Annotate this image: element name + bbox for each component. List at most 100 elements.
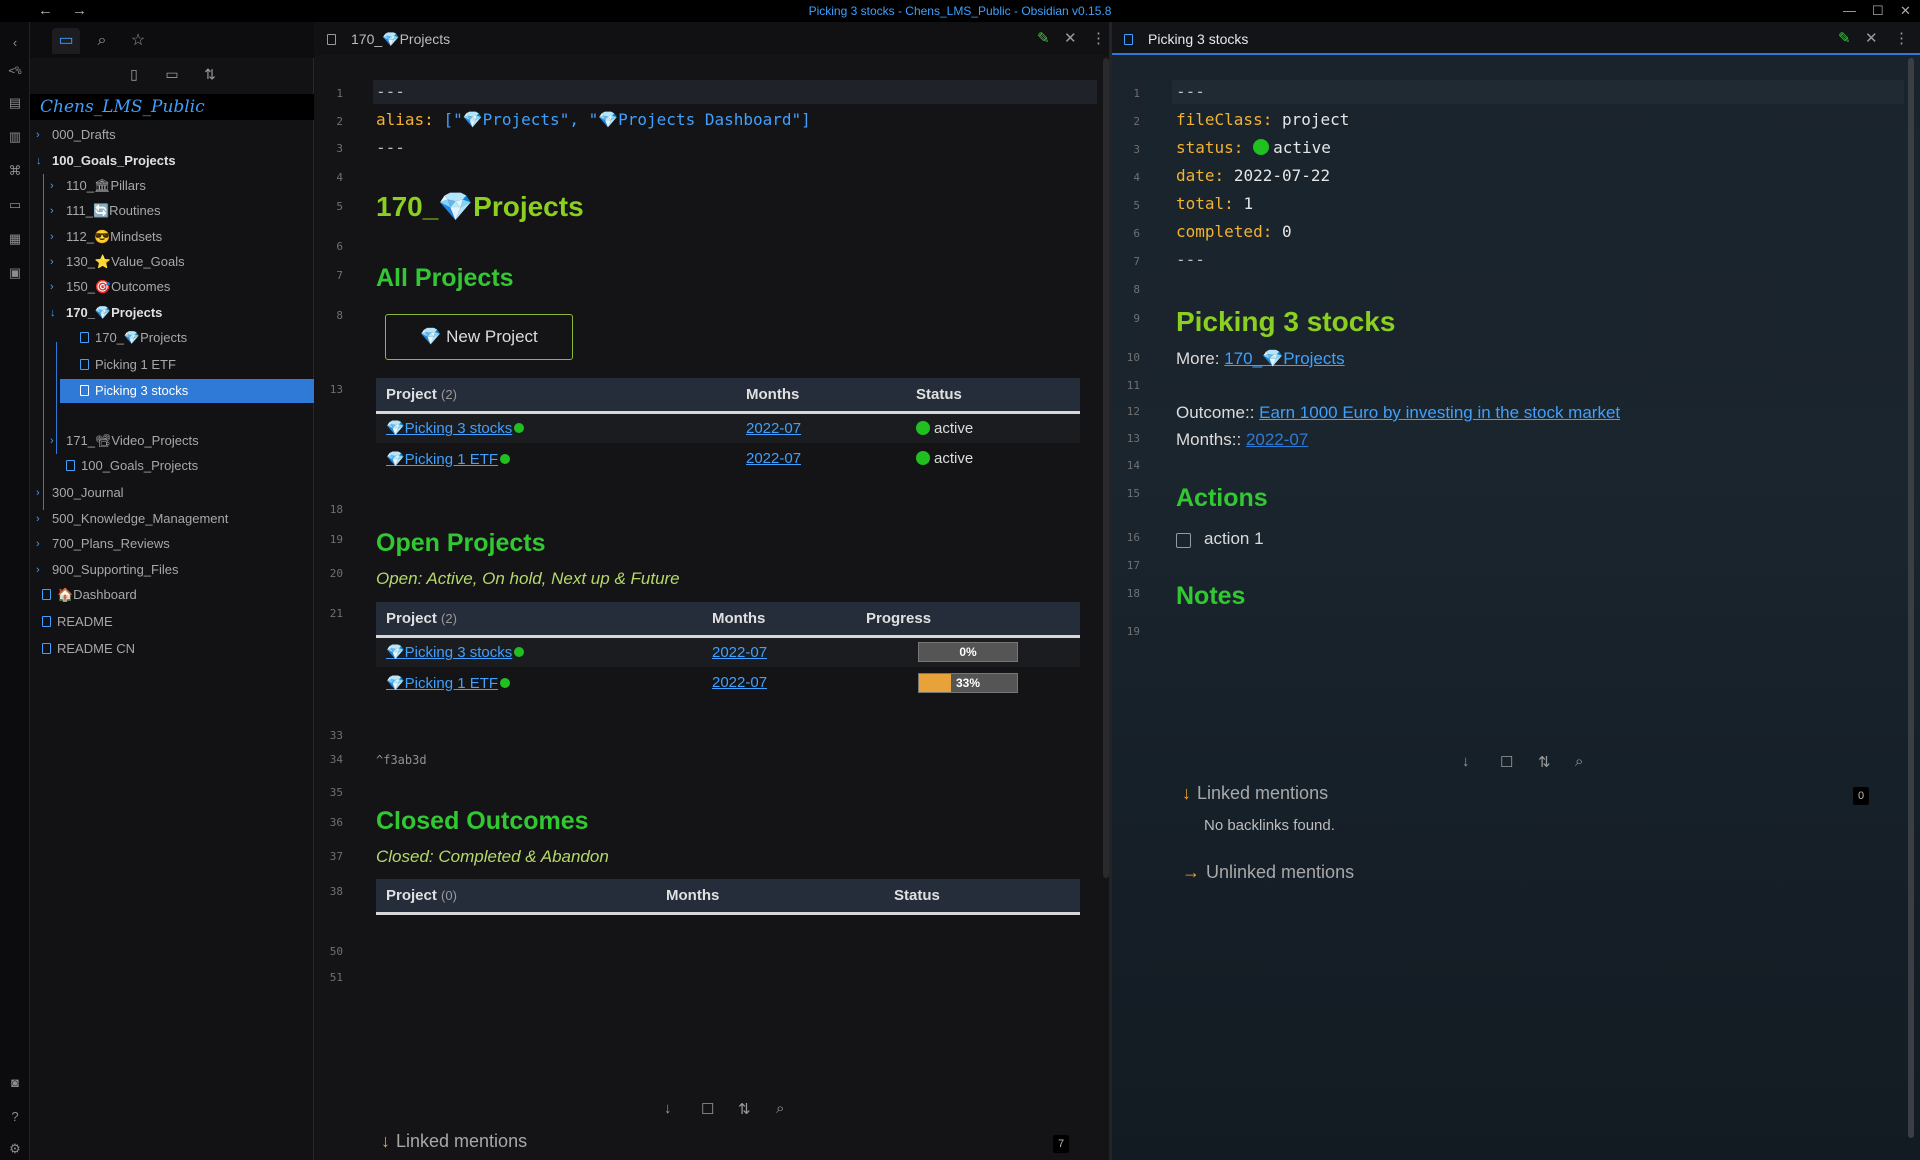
unlinked-mentions-header[interactable]: → Unlinked mentions	[1182, 862, 1354, 883]
frontmatter-fileclass[interactable]: fileClass: project	[1176, 110, 1349, 129]
column-header-progress[interactable]: Progress	[856, 602, 1080, 638]
folder-171-video-projects[interactable]: › 171_📽Video_Projects	[50, 429, 306, 453]
close-pane-icon[interactable]: ✕	[1865, 29, 1878, 47]
close-pane-icon[interactable]: ✕	[1064, 29, 1077, 47]
more-options-icon[interactable]: ⋮	[1894, 29, 1909, 47]
help-icon[interactable]: ?	[6, 1108, 24, 1126]
templater-icon[interactable]: <%	[6, 62, 24, 80]
starred-tab-star-icon[interactable]: ☆	[124, 28, 152, 54]
frontmatter-dash[interactable]: ---	[1176, 250, 1205, 269]
cards-icon[interactable]: ▭	[6, 196, 24, 214]
close-window-icon[interactable]: ✕	[1900, 3, 1911, 19]
action-checkbox[interactable]	[1176, 533, 1191, 548]
folder-000-drafts[interactable]: › 000_Drafts	[36, 123, 308, 147]
pane-title[interactable]: 170_💎Projects	[351, 31, 450, 48]
file-readme-cn[interactable]: README CN	[42, 637, 308, 661]
folder-110-pillars[interactable]: › 110_🏛Pillars	[50, 174, 306, 198]
frontmatter-dash[interactable]: ---	[376, 82, 405, 101]
table-icon[interactable]: ▦	[6, 230, 24, 248]
frontmatter-dash[interactable]: ---	[1176, 82, 1205, 101]
month-link[interactable]: 2022-07	[712, 674, 767, 691]
edit-pencil-icon[interactable]: ✎	[1037, 29, 1050, 47]
document-icon[interactable]: ▥	[6, 128, 24, 146]
calendar-icon[interactable]: ▤	[6, 94, 24, 112]
month-link[interactable]: 2022-07	[746, 450, 801, 467]
alias-value: ["💎Projects", "💎Projects Dashboard"]	[443, 110, 811, 129]
graph-icon[interactable]: ⌘	[6, 162, 24, 180]
new-note-icon[interactable]: ▯	[123, 66, 145, 88]
linked-mentions-header[interactable]: ↓ Linked mentions	[381, 1131, 527, 1152]
file-picking-1-etf[interactable]: Picking 1 ETF	[66, 353, 306, 377]
more-link[interactable]: 170_💎Projects	[1224, 349, 1344, 368]
column-header-months[interactable]: Months	[736, 378, 906, 414]
column-header-months[interactable]: Months	[702, 602, 856, 638]
file-100-goals-projects[interactable]: 100_Goals_Projects	[66, 454, 306, 478]
scrollbar[interactable]	[1908, 58, 1914, 1138]
folder-900-supporting-files[interactable]: › 900_Supporting_Files	[36, 558, 308, 582]
show-context-icon[interactable]: ☐	[1500, 753, 1513, 771]
project-link[interactable]: 💎Picking 1 ETF	[386, 675, 498, 692]
frontmatter-alias-line[interactable]: alias: ["💎Projects", "💎Projects Dashboar…	[376, 110, 811, 129]
folder-112-mindsets[interactable]: › 112_😎Mindsets	[50, 225, 306, 249]
daily-note-icon[interactable]: ▣	[6, 264, 24, 282]
column-header-status[interactable]: Status	[906, 378, 1080, 414]
linked-mentions-header[interactable]: ↓ Linked mentions	[1182, 783, 1328, 804]
column-header-project[interactable]: Project (0)	[376, 879, 656, 915]
folder-100-goals-projects[interactable]: ↓ 100_Goals_Projects	[36, 149, 308, 173]
files-tab-folder-icon[interactable]: ▭	[52, 28, 80, 54]
project-link[interactable]: 💎Picking 3 stocks	[386, 644, 512, 661]
file-dashboard[interactable]: 🏠Dashboard	[42, 583, 308, 607]
line-number: 33	[329, 729, 343, 742]
maximize-icon[interactable]: ☐	[1872, 3, 1884, 19]
frontmatter-status[interactable]: status: active	[1176, 138, 1331, 157]
search-icon[interactable]: ⌕	[1575, 753, 1583, 770]
collapse-icon[interactable]: ‹	[6, 34, 24, 52]
unlinked-mentions-label: Unlinked mentions	[1206, 862, 1355, 882]
column-header-project[interactable]: Project (2)	[376, 378, 736, 414]
new-project-button[interactable]: 💎 New Project	[385, 314, 573, 360]
months-label: Months::	[1176, 430, 1242, 449]
file-readme[interactable]: README	[42, 610, 308, 634]
file-170-projects[interactable]: 170_💎Projects	[66, 326, 306, 350]
months-link[interactable]: 2022-07	[1246, 430, 1308, 449]
folder-111-routines[interactable]: › 111_🔄Routines	[50, 199, 306, 223]
collapse-results-icon[interactable]: ↓	[664, 1100, 672, 1117]
pane-header: 170_💎Projects ✎ ✕ ⋮	[315, 22, 1109, 55]
more-options-icon[interactable]: ⋮	[1091, 29, 1106, 47]
frontmatter-total[interactable]: total: 1	[1176, 194, 1253, 213]
show-context-icon[interactable]: ☐	[701, 1100, 714, 1118]
pane-title[interactable]: Picking 3 stocks	[1148, 31, 1248, 47]
project-link[interactable]: 💎Picking 1 ETF	[386, 451, 498, 468]
folder-170-projects[interactable]: ↓ 170_💎Projects	[50, 301, 306, 325]
folder-150-outcomes[interactable]: › 150_🎯Outcomes	[50, 275, 306, 299]
month-link[interactable]: 2022-07	[712, 644, 767, 661]
vault-name[interactable]: Chens_LMS_Public	[30, 94, 314, 120]
search-tab-icon[interactable]: ⌕	[88, 28, 116, 54]
sort-icon[interactable]: ⇅	[1538, 753, 1551, 771]
folder-300-journal[interactable]: › 300_Journal	[36, 481, 308, 505]
outcome-link[interactable]: Earn 1000 Euro by investing in the stock…	[1259, 403, 1620, 422]
column-header-status[interactable]: Status	[884, 879, 1080, 915]
frontmatter-dash[interactable]: ---	[376, 138, 405, 157]
folder-130-value-goals[interactable]: › 130_⭐Value_Goals	[50, 250, 306, 274]
folder-500-knowledge-management[interactable]: › 500_Knowledge_Management	[36, 507, 308, 531]
settings-icon[interactable]: ⚙	[6, 1140, 24, 1158]
file-icon	[42, 589, 51, 600]
column-header-project[interactable]: Project (2)	[376, 602, 702, 638]
search-icon[interactable]: ⌕	[776, 1100, 784, 1117]
file-picking-3-stocks[interactable]: Picking 3 stocks	[60, 379, 314, 403]
project-link[interactable]: 💎Picking 3 stocks	[386, 420, 512, 437]
minimize-icon[interactable]: —	[1843, 3, 1856, 18]
vault-icon[interactable]: ◙	[6, 1074, 24, 1092]
value: 0	[1281, 222, 1292, 241]
column-header-months[interactable]: Months	[656, 879, 884, 915]
folder-700-plans-reviews[interactable]: › 700_Plans_Reviews	[36, 532, 308, 556]
frontmatter-completed[interactable]: completed: 0	[1176, 222, 1292, 241]
sort-icon[interactable]: ⇅	[738, 1100, 751, 1118]
frontmatter-date[interactable]: date: 2022-07-22	[1176, 166, 1330, 185]
new-folder-icon[interactable]: ▭	[161, 66, 183, 88]
sort-icon[interactable]: ⇅	[199, 66, 221, 88]
edit-pencil-icon[interactable]: ✎	[1838, 29, 1851, 47]
month-link[interactable]: 2022-07	[746, 420, 801, 437]
collapse-results-icon[interactable]: ↓	[1462, 753, 1470, 770]
